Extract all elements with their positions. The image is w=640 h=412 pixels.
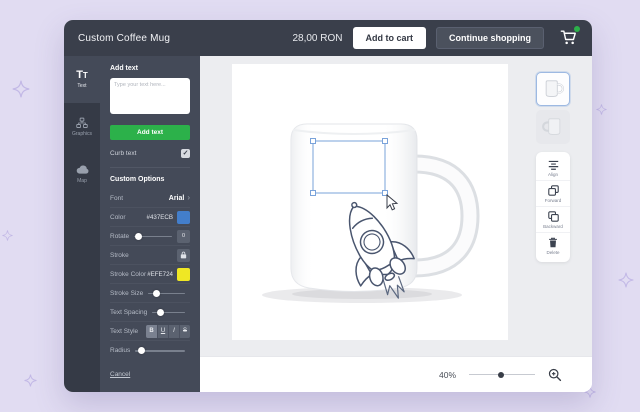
color-hex-value: #437ECB [147,214,174,221]
bring-forward-icon [548,185,559,196]
header-bar: Custom Coffee Mug 28,00 RON Add to cart … [64,20,592,56]
cart-badge [574,26,580,32]
text-tool-icon: TT [76,70,88,81]
backward-button[interactable]: Backward [536,206,570,232]
text-input[interactable] [110,78,190,114]
design-canvas[interactable]: Align Forward [200,56,592,356]
strikethrough-button[interactable]: S [179,325,190,338]
options-panel: Add text Add text Curb text ✓ Custom Opt… [100,56,200,392]
align-button[interactable]: Align [536,156,570,180]
color-row: Color #437ECB [110,208,190,227]
curb-text-label: Curb text [110,150,136,157]
zoom-level-value: 40% [439,370,456,380]
delete-button[interactable]: Delete [536,232,570,258]
zoom-slider[interactable] [469,370,535,380]
mug-design-scene [232,64,508,340]
trash-icon [548,237,558,248]
sparkle-decoration [618,272,634,288]
mug-thumbnail-back[interactable] [536,110,570,144]
stroke-size-slider[interactable] [148,289,185,298]
mug-thumbnail-front[interactable] [536,72,570,106]
radius-slider[interactable] [135,346,185,355]
graphics-tool-icon [76,117,88,129]
rotate-slider[interactable] [134,232,172,241]
page-title: Custom Coffee Mug [78,33,170,44]
add-to-cart-button[interactable]: Add to cart [353,27,427,49]
forward-button[interactable]: Forward [536,180,570,206]
product-price: 28,00 RON [292,33,342,44]
send-backward-icon [548,211,559,222]
bold-button[interactable]: B [146,325,157,338]
font-value: Arial [169,195,185,202]
text-style-group: B U I S [146,325,190,338]
stroke-color-row: Stroke Color #EFE724 [110,265,190,284]
radius-row: Radius [110,341,190,360]
add-text-heading: Add text [110,65,190,72]
cart-button[interactable] [558,27,580,49]
chevron-right-icon: › [187,194,190,202]
artboard[interactable] [232,64,508,340]
text-spacing-row: Text Spacing [110,303,190,322]
mug-back-icon [541,115,565,139]
zoom-in-button[interactable] [548,368,562,382]
font-row[interactable]: Font Arial › [110,189,190,208]
rotate-value-box: 0 [177,230,190,243]
rail-item-text[interactable]: TT Text [64,56,100,103]
stroke-color-swatch[interactable] [177,268,190,281]
app-window: Custom Coffee Mug 28,00 RON Add to cart … [64,20,592,392]
custom-options-heading: Custom Options [110,176,190,183]
sparkle-decoration [2,230,13,241]
rail-item-graphics[interactable]: Graphics [64,103,100,150]
map-tool-icon [76,164,89,176]
stroke-row: Stroke [110,246,190,265]
sparkle-decoration [12,80,30,98]
add-text-button[interactable]: Add text [110,125,190,140]
mug-handle [414,164,470,268]
color-swatch[interactable] [177,211,190,224]
text-spacing-slider[interactable] [152,308,185,317]
align-icon [548,160,559,170]
sparkle-decoration [596,104,607,115]
italic-button[interactable]: I [168,325,179,338]
text-style-row: Text Style B U I S [110,322,190,341]
sparkle-decoration [24,374,37,387]
stroke-size-row: Stroke Size [110,284,190,303]
magnifier-plus-icon [548,368,562,382]
continue-shopping-button[interactable]: Continue shopping [436,27,544,49]
arrange-panel: Align Forward [536,152,570,262]
curb-text-checkbox[interactable]: ✓ [181,149,190,158]
mug-front-icon [541,77,565,101]
view-and-arrange-tools: Align Forward [536,72,570,262]
cancel-link[interactable]: Cancel [110,371,130,378]
rotate-row: Rotate 0 [110,227,190,246]
tool-rail: TT Text Graphics Map [64,56,100,392]
lock-icon [180,251,187,259]
rail-item-map[interactable]: Map [64,150,100,197]
stroke-lock-button[interactable] [177,249,190,262]
underline-button[interactable]: U [157,325,168,338]
stroke-color-hex-value: #EFE724 [147,271,173,278]
zoom-bar: 40% [200,356,592,392]
